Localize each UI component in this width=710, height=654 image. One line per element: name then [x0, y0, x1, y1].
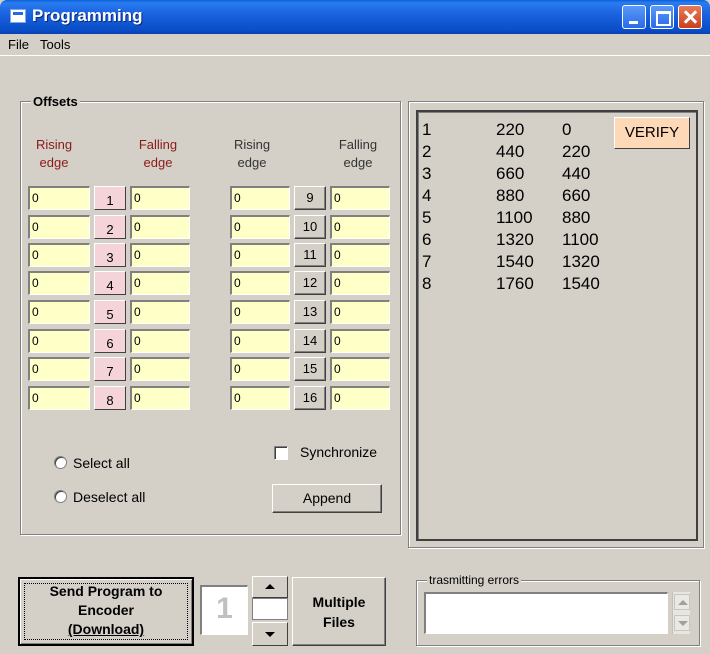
rising-edge-input-14[interactable]: 0 [230, 329, 290, 353]
rising-edge-input-15[interactable]: 0 [230, 357, 290, 381]
channel-button-16[interactable]: 16 [294, 386, 326, 410]
rising-edge-input-6[interactable]: 0 [28, 329, 90, 353]
multiple-label-line1: Multiple [312, 594, 366, 610]
channel-button-8[interactable]: 8 [94, 386, 126, 410]
rising-edge-input-5[interactable]: 0 [28, 300, 90, 324]
file-count-display: 1 [200, 585, 248, 635]
offsets-legend: Offsets [31, 94, 80, 109]
radio-circle-icon [54, 490, 67, 503]
rising-edge-input-10[interactable]: 0 [230, 215, 290, 239]
channel-button-10[interactable]: 10 [294, 215, 326, 239]
falling-edge-input-7[interactable]: 0 [130, 357, 190, 381]
close-button[interactable] [678, 5, 702, 29]
spin-field[interactable] [252, 598, 288, 620]
rising-edge-input-16[interactable]: 0 [230, 386, 290, 410]
programming-window: Programming File Tools Offsets Rising ed… [0, 0, 710, 654]
rising-edge-input-4[interactable]: 0 [28, 271, 90, 295]
falling-edge-input-15[interactable]: 0 [330, 357, 390, 381]
channel-button-2[interactable]: 2 [94, 215, 126, 239]
spin-down-button[interactable] [252, 622, 288, 646]
channel-button-1[interactable]: 1 [94, 186, 126, 210]
falling-edge-input-13[interactable]: 0 [330, 300, 390, 324]
rising-edge-input-3[interactable]: 0 [28, 243, 90, 267]
channel-button-15[interactable]: 15 [294, 357, 326, 381]
errors-scrollbar[interactable] [672, 592, 690, 634]
menu-bar: File Tools [0, 34, 710, 56]
radio-circle-icon [54, 456, 67, 469]
menu-tools[interactable]: Tools [40, 37, 70, 52]
channel-button-11[interactable]: 11 [294, 243, 326, 267]
multiple-files-button[interactable]: Multiple Files [292, 577, 386, 646]
falling-edge-input-3[interactable]: 0 [130, 243, 190, 267]
falling-edge-input-14[interactable]: 0 [330, 329, 390, 353]
synchronize-label: Synchronize [300, 444, 378, 460]
arrow-up-icon [678, 600, 688, 605]
rising-edge-input-2[interactable]: 0 [28, 215, 90, 239]
deselect-all-label: Deselect all [73, 489, 146, 505]
scroll-down-button[interactable] [674, 615, 690, 631]
rising-edge-input-11[interactable]: 0 [230, 243, 290, 267]
transmitting-errors-field[interactable] [424, 592, 668, 634]
title-bar: Programming [0, 0, 710, 34]
channel-button-13[interactable]: 13 [294, 300, 326, 324]
channel-button-3[interactable]: 3 [94, 243, 126, 267]
header-rising-2: Rising edge [233, 137, 271, 170]
rising-edge-input-9[interactable]: 0 [230, 186, 290, 210]
arrow-down-icon [265, 632, 275, 637]
falling-edge-input-11[interactable]: 0 [330, 243, 390, 267]
channel-button-7[interactable]: 7 [94, 357, 126, 381]
focus-rectangle [24, 583, 188, 640]
falling-edge-input-1[interactable]: 0 [130, 186, 190, 210]
arrow-up-icon [265, 584, 275, 589]
channel-button-5[interactable]: 5 [94, 300, 126, 324]
falling-edge-input-4[interactable]: 0 [130, 271, 190, 295]
falling-edge-input-10[interactable]: 0 [330, 215, 390, 239]
falling-edge-input-8[interactable]: 0 [130, 386, 190, 410]
falling-edge-input-2[interactable]: 0 [130, 215, 190, 239]
header-rising-1: Rising edge [35, 137, 73, 170]
channel-button-4[interactable]: 4 [94, 271, 126, 295]
synchronize-checkbox[interactable] [274, 446, 288, 460]
scroll-up-button[interactable] [674, 594, 690, 610]
rising-edge-input-13[interactable]: 0 [230, 300, 290, 324]
rising-edge-input-1[interactable]: 0 [28, 186, 90, 210]
channel-button-9[interactable]: 9 [294, 186, 326, 210]
minimize-button[interactable] [622, 5, 646, 29]
falling-edge-input-9[interactable]: 0 [330, 186, 390, 210]
append-button[interactable]: Append [272, 484, 382, 513]
channel-button-12[interactable]: 12 [294, 271, 326, 295]
header-falling-2: Falling edge [338, 137, 378, 170]
transmitting-errors-legend: trasmitting errors [427, 573, 522, 587]
falling-edge-input-5[interactable]: 0 [130, 300, 190, 324]
app-icon [10, 9, 26, 23]
rising-edge-input-8[interactable]: 0 [28, 386, 90, 410]
arrow-down-icon [678, 621, 688, 626]
header-falling-1: Falling edge [138, 137, 178, 170]
falling-edge-input-6[interactable]: 0 [130, 329, 190, 353]
window-title: Programming [32, 6, 143, 25]
rising-edge-input-12[interactable]: 0 [230, 271, 290, 295]
maximize-button[interactable] [650, 5, 674, 29]
spin-up-button[interactable] [252, 576, 288, 598]
channel-button-6[interactable]: 6 [94, 329, 126, 353]
multiple-label-line2: Files [323, 614, 355, 630]
select-all-label: Select all [73, 455, 130, 471]
program-listbox[interactable]: 1 220 0 2 440 220 3 660 440 4 880 660 5 1100 880 6… [416, 110, 698, 541]
verify-button[interactable]: VERIFY [614, 117, 690, 149]
menu-file[interactable]: File [8, 37, 29, 52]
channel-button-14[interactable]: 14 [294, 329, 326, 353]
falling-edge-input-12[interactable]: 0 [330, 271, 390, 295]
send-program-button[interactable]: Send Program to Encoder (Download) [18, 577, 194, 646]
falling-edge-input-16[interactable]: 0 [330, 386, 390, 410]
rising-edge-input-7[interactable]: 0 [28, 357, 90, 381]
